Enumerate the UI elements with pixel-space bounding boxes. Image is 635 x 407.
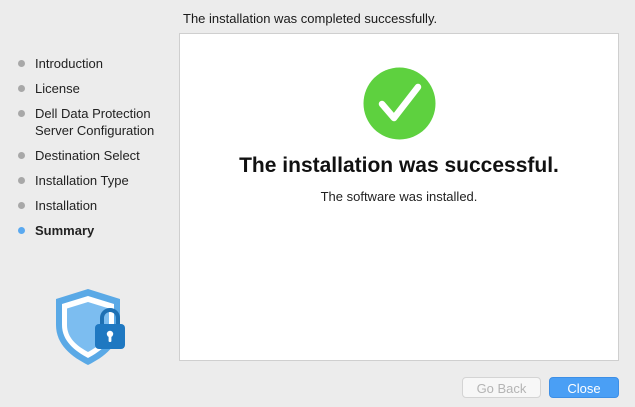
step-installation-type: Installation Type xyxy=(18,172,178,189)
step-label: Introduction xyxy=(35,56,103,71)
shield-lock-icon xyxy=(56,289,125,365)
step-bullet-icon xyxy=(18,177,25,184)
step-bullet-active-icon xyxy=(18,227,25,234)
step-label: Dell Data Protection Server Configuratio… xyxy=(35,106,155,138)
success-subline: The software was installed. xyxy=(320,189,478,204)
step-label: Destination Select xyxy=(35,148,140,163)
step-summary: Summary xyxy=(18,222,178,239)
step-bullet-icon xyxy=(18,110,25,117)
close-button[interactable]: Close xyxy=(549,377,619,398)
summary-panel: The installation was successful. The sof… xyxy=(179,33,619,361)
status-text: The installation was completed successfu… xyxy=(183,11,438,26)
step-label: Summary xyxy=(35,223,95,238)
step-bullet-icon xyxy=(18,60,25,67)
step-bullet-icon xyxy=(18,85,25,92)
success-headline: The installation was successful. xyxy=(239,154,559,177)
check-circle-icon xyxy=(363,67,436,140)
step-label: License xyxy=(35,81,80,96)
step-bullet-icon xyxy=(18,202,25,209)
step-introduction: Introduction xyxy=(18,55,178,72)
step-label: Installation Type xyxy=(35,173,129,188)
step-bullet-icon xyxy=(18,152,25,159)
step-installation: Installation xyxy=(18,197,178,214)
step-list: Introduction License Dell Data Protectio… xyxy=(18,55,178,247)
step-destination-select: Destination Select xyxy=(18,147,178,164)
step-license: License xyxy=(18,80,178,97)
step-label: Installation xyxy=(35,198,98,213)
go-back-button[interactable]: Go Back xyxy=(462,377,541,398)
step-server-configuration: Dell Data Protection Server Configuratio… xyxy=(18,105,178,139)
